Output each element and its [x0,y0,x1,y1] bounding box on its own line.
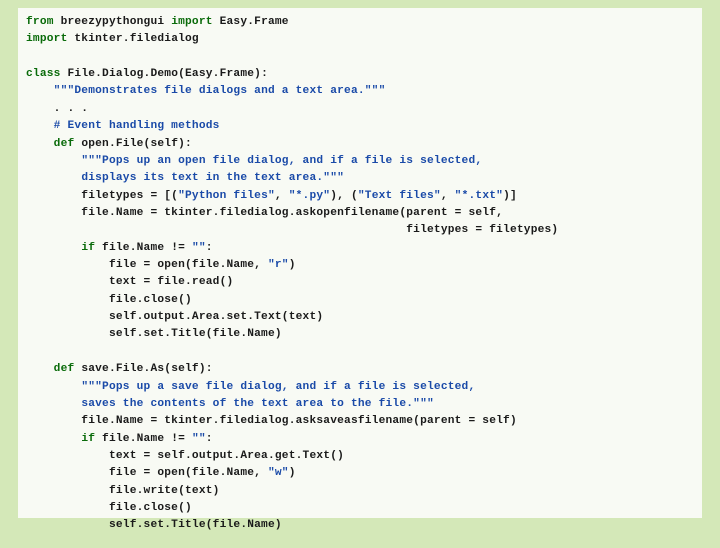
indent [26,138,54,150]
string-literal: "r" [268,259,289,271]
keyword-if: if [81,433,95,445]
code-text: save.File.As(self): [74,363,212,375]
docstring: """Pops up an open file dialog, and if a… [81,155,482,167]
code-text: : [206,242,213,254]
code-text: text = file.read() [26,276,233,288]
string-literal: "Text files" [358,190,441,202]
string-literal: "" [192,433,206,445]
code-text: Easy.Frame [213,16,289,28]
code-text: file.close() [26,502,192,514]
code-text: ), ( [330,190,358,202]
docstring: """Demonstrates file dialogs and a text … [54,85,386,97]
code-text: file.Name != [95,433,192,445]
code-text: breezypythongui [54,16,172,28]
code-text: file.Name = tkinter.filedialog.asksaveas… [26,415,517,427]
code-text: file.close() [26,294,192,306]
code-text: filetypes = filetypes) [26,224,558,236]
code-text: File.Dialog.Demo(Easy.Frame): [61,68,268,80]
string-literal: "*.txt" [455,190,503,202]
string-literal: "w" [268,467,289,479]
code-text: ) [289,467,296,479]
indent [26,398,81,410]
code-text: text = self.output.Area.get.Text() [26,450,344,462]
code-text: file = open(file.Name, [26,467,268,479]
code-text: self.set.Title(file.Name) [26,328,282,340]
string-literal: "Python files" [178,190,275,202]
indent [26,363,54,375]
keyword-from: from [26,16,54,28]
code-text: file.write(text) [26,485,220,497]
docstring: displays its text in the text area.""" [81,172,344,184]
code-text: filetypes = [( [26,190,178,202]
indent [26,433,81,445]
keyword-class: class [26,68,61,80]
keyword-def: def [54,138,75,150]
comment: # Event handling methods [54,120,220,132]
indent [26,85,54,97]
indent [26,155,81,167]
string-literal: "*.py" [289,190,330,202]
code-text: file.Name = tkinter.filedialog.askopenfi… [26,207,503,219]
code-text: ) [289,259,296,271]
indent [26,242,81,254]
docstring: saves the contents of the text area to t… [81,398,434,410]
indent [26,172,81,184]
code-text: , [275,190,289,202]
code-text: , [441,190,455,202]
code-text: : [206,433,213,445]
ellipsis: . . . [26,103,88,115]
code-block: from breezypythongui import Easy.Frame i… [18,8,702,518]
code-text: self.output.Area.set.Text(text) [26,311,323,323]
code-text: self.set.Title(file.Name) [26,519,282,531]
code-text: open.File(self): [74,138,192,150]
keyword-import: import [171,16,212,28]
string-literal: "" [192,242,206,254]
code-text: file = open(file.Name, [26,259,268,271]
indent [26,120,54,132]
indent [26,381,81,393]
keyword-if: if [81,242,95,254]
code-text: tkinter.filedialog [67,33,198,45]
code-text: file.Name != [95,242,192,254]
code-text: )] [503,190,517,202]
keyword-def: def [54,363,75,375]
docstring: """Pops up a save file dialog, and if a … [81,381,475,393]
keyword-import: import [26,33,67,45]
